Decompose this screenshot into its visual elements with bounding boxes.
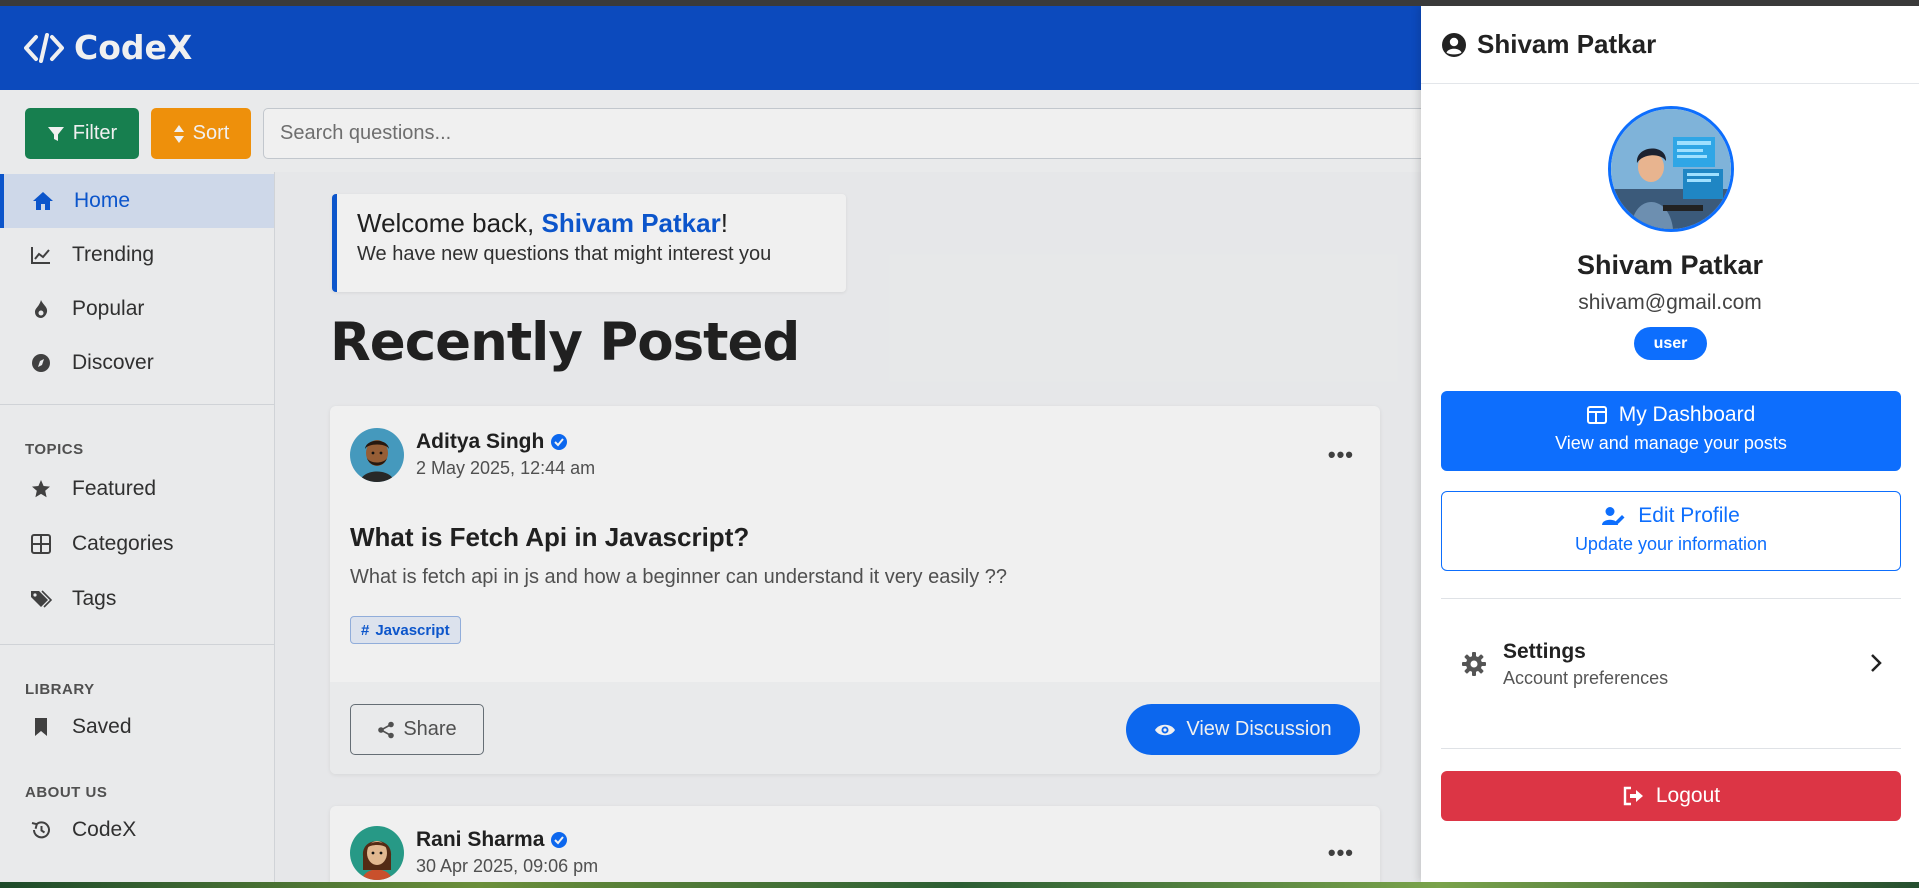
settings-title: Settings <box>1503 639 1586 663</box>
profile-panel: Shivam Patkar Shivam Patkar shivam@gmail… <box>1421 6 1919 882</box>
logout-icon <box>1623 786 1643 806</box>
profile-panel-title: Shivam Patkar <box>1477 29 1657 59</box>
chevron-right-icon <box>1871 654 1882 672</box>
profile-panel-header: Shivam Patkar <box>1421 6 1919 84</box>
my-dashboard-title-row: My Dashboard <box>1441 403 1901 427</box>
my-dashboard-subtitle: View and manage your posts <box>1555 433 1787 453</box>
settings-text: Settings Account preferences <box>1503 640 1668 689</box>
my-dashboard-button[interactable]: My Dashboard View and manage your posts <box>1441 391 1901 471</box>
edit-profile-subtitle: Update your information <box>1574 534 1768 554</box>
user-circle-icon <box>1442 32 1466 57</box>
profile-name: Shivam Patkar <box>1576 250 1764 280</box>
role-badge: user <box>1634 327 1707 360</box>
panel-divider <box>1441 598 1901 599</box>
settings-subtitle: Account preferences <box>1503 667 1669 688</box>
profile-email: shivam@gmail.com <box>1578 291 1762 314</box>
gear-icon <box>1462 652 1486 676</box>
avatar <box>1608 106 1734 232</box>
my-dashboard-label: My Dashboard <box>1618 403 1756 426</box>
backdrop-overlay[interactable] <box>0 6 1421 882</box>
edit-profile-button[interactable]: Edit Profile Update your information <box>1441 491 1901 571</box>
logout-button[interactable]: Logout <box>1441 771 1901 821</box>
settings-item[interactable]: Settings Account preferences <box>1441 618 1901 710</box>
app-window: CodeX Filter Sort Home Trending Popular <box>0 6 1919 882</box>
dashboard-icon <box>1586 406 1607 424</box>
edit-profile-title-row: Edit Profile <box>1442 504 1900 528</box>
panel-divider <box>1441 748 1901 749</box>
logout-label: Logout <box>1655 784 1721 807</box>
window-bottom-strip <box>0 882 1919 888</box>
edit-profile-label: Edit Profile <box>1638 504 1740 527</box>
user-edit-icon <box>1602 507 1625 525</box>
